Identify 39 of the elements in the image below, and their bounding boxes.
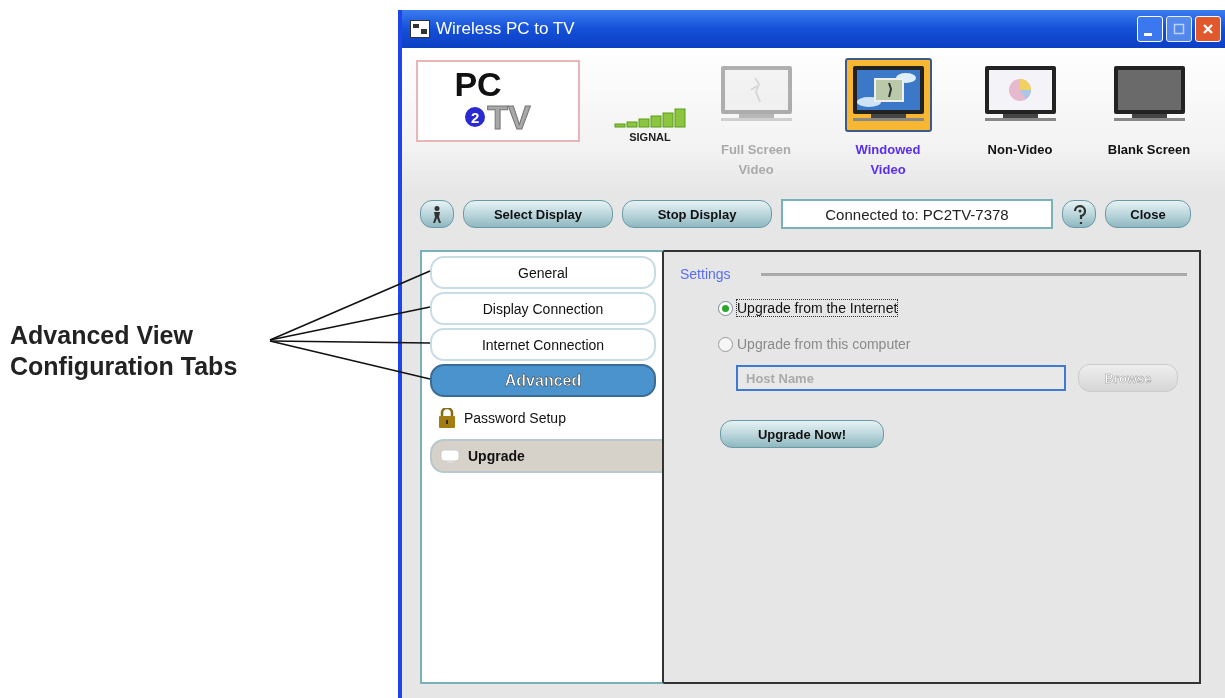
close-button[interactable]: [1195, 16, 1221, 42]
config-tab[interactable]: Internet Connection: [430, 328, 656, 361]
logo-text: PC: [454, 68, 502, 100]
config-tab[interactable]: Display Connection: [430, 292, 656, 325]
window-title: Wireless PC to TV: [436, 19, 576, 39]
signal-icon: [614, 108, 686, 128]
monitor-pie-chart-icon: [982, 64, 1058, 122]
sub-tab-label: Upgrade: [468, 448, 525, 464]
callout-label: Advanced View Configuration Tabs: [10, 320, 238, 382]
section-title: Settings: [680, 266, 731, 282]
radio-button[interactable]: [718, 300, 733, 316]
toolbar-button[interactable]: Close: [1105, 200, 1191, 228]
blank-monitor-icon: [1111, 64, 1187, 122]
radio-label[interactable]: Upgrade from the Internet: [737, 300, 898, 316]
close-icon: [1202, 23, 1214, 35]
display-mode-option[interactable]: Windowed Video: [822, 58, 954, 180]
person-button[interactable]: [420, 200, 454, 228]
help-button[interactable]: [1062, 200, 1096, 228]
toolbar-button[interactable]: Stop Display: [622, 200, 772, 228]
maximize-icon: [1173, 23, 1185, 35]
logo-badge: 2: [465, 107, 486, 127]
config-tab[interactable]: General: [430, 256, 656, 289]
sub-tab-item[interactable]: Password Setup: [430, 403, 662, 433]
display-mode-option[interactable]: Blank Screen: [1086, 58, 1212, 180]
maximize-button[interactable]: [1166, 16, 1192, 42]
upgrade-now-button[interactable]: Upgrade Now!: [720, 420, 884, 448]
toolbar-button[interactable]: Select Display: [463, 200, 613, 228]
logo-text: TV: [487, 100, 531, 134]
app-icon: [410, 20, 430, 38]
connection-status-field: Connected to: PC2TV-7378: [781, 199, 1053, 229]
minimize-button[interactable]: [1137, 16, 1163, 42]
monitor-video-window-icon: [850, 64, 926, 122]
signal-label: SIGNAL: [629, 131, 671, 143]
display-mode-option[interactable]: Non-Video: [954, 58, 1086, 180]
person-screen-icon: [718, 64, 794, 122]
sub-tab-item[interactable]: Upgrade: [430, 439, 662, 473]
sub-tab-label: Password Setup: [464, 410, 566, 426]
padlock-icon: [438, 408, 456, 428]
minimize-icon: [1144, 32, 1152, 36]
